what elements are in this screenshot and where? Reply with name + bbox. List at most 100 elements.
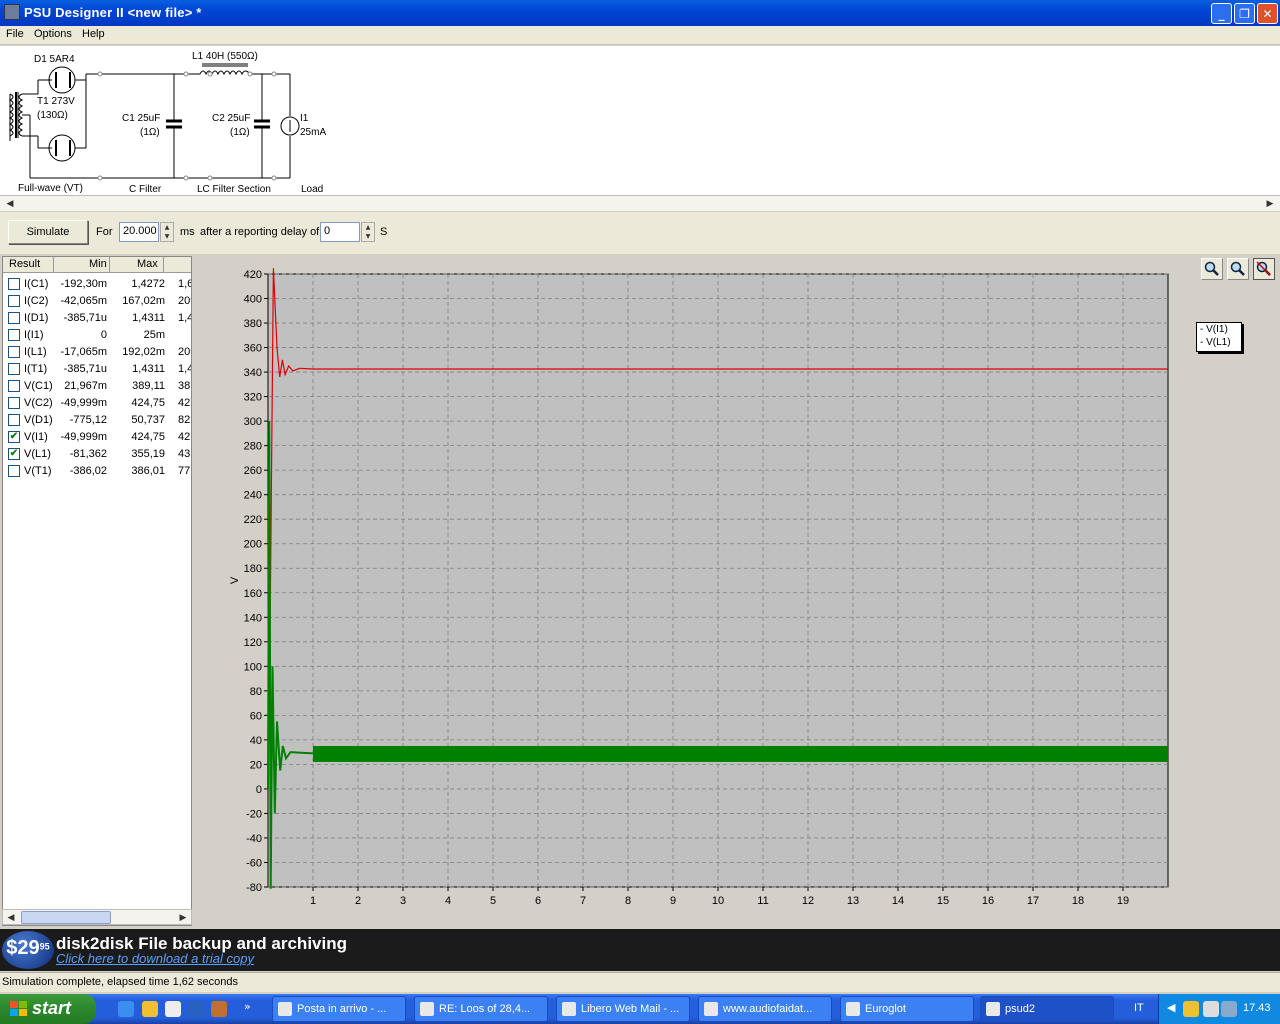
- results-table[interactable]: Result Min Max I(C1) -192,30m 1,4272 1,6 I(C…: [2, 256, 192, 926]
- menu-options[interactable]: Options: [34, 28, 72, 40]
- ad-banner[interactable]: $2995 disk2disk File backup and archivin…: [0, 929, 1280, 971]
- menu-file[interactable]: File: [6, 28, 24, 40]
- y-tick-label: -60: [246, 857, 262, 869]
- delay-spinner[interactable]: ▲ ▼: [361, 222, 375, 242]
- schematic-panel[interactable]: D1 5AR4 T1 273V (130Ω) L1 40H (550Ω) C1 …: [0, 46, 1280, 196]
- plot-panel[interactable]: 420 400 380 360 340 320 300 280 260 240 220 200 180 1…: [194, 256, 1280, 928]
- spin-up-icon[interactable]: ▲: [362, 223, 374, 232]
- plot-legend[interactable]: - V(I1) - V(L1): [1196, 322, 1242, 352]
- scroll-left-icon[interactable]: ◀: [3, 910, 19, 926]
- zoom-reset-button[interactable]: [1253, 258, 1275, 280]
- result-max: 25m: [143, 329, 165, 341]
- tray-monitor-icon[interactable]: [1221, 1001, 1237, 1017]
- taskbar-task[interactable]: Euroglot: [840, 996, 974, 1022]
- taskbar-task[interactable]: www.audiofaidat...: [698, 996, 832, 1022]
- clock[interactable]: 17.43: [1243, 1002, 1271, 1014]
- ie-icon[interactable]: [118, 1001, 134, 1017]
- close-button[interactable]: ✕: [1257, 3, 1278, 24]
- result-checkbox[interactable]: [8, 346, 20, 358]
- media-icon[interactable]: [165, 1001, 181, 1017]
- inductor-label[interactable]: L1 40H (550Ω): [192, 51, 258, 62]
- result-checkbox[interactable]: ✔: [8, 448, 20, 460]
- result-checkbox[interactable]: [8, 414, 20, 426]
- taskbar-task[interactable]: Libero Web Mail - ...: [556, 996, 690, 1022]
- app-quicklaunch-icon[interactable]: [211, 1001, 227, 1017]
- result-checkbox[interactable]: [8, 465, 20, 477]
- app-icon[interactable]: [4, 4, 20, 20]
- result-checkbox[interactable]: [8, 278, 20, 290]
- quicklaunch-more-icon[interactable]: »: [244, 1000, 251, 1013]
- result-extra: 209,: [178, 295, 191, 307]
- table-row[interactable]: V(D1) -775,12 50,737 82: [3, 412, 191, 429]
- banner-download-link[interactable]: Click here to download a trial copy: [56, 951, 254, 966]
- taskbar-task[interactable]: RE: Loos of 28,4...: [414, 996, 548, 1022]
- tray-network-icon[interactable]: [1203, 1001, 1219, 1017]
- c1-label[interactable]: C1 25uF: [122, 113, 160, 124]
- table-row[interactable]: I(C2) -42,065m 167,02m 209,: [3, 293, 191, 310]
- table-row[interactable]: ✔ V(I1) -49,999m 424,75 42: [3, 429, 191, 446]
- scroll-left-icon[interactable]: ◀: [2, 196, 18, 212]
- table-row[interactable]: V(C1) 21,967m 389,11 38: [3, 378, 191, 395]
- x-tick-label: 7: [580, 895, 586, 907]
- tray-app-icon[interactable]: [1183, 1001, 1199, 1017]
- start-button[interactable]: start: [0, 994, 96, 1024]
- result-checkbox[interactable]: [8, 295, 20, 307]
- c2-label[interactable]: C2 25uF: [212, 113, 250, 124]
- word-icon[interactable]: [188, 1001, 204, 1017]
- simulation-toolbar: Simulate For 20.000 ▲ ▼ ms after a report…: [0, 212, 1280, 254]
- result-checkbox[interactable]: [8, 397, 20, 409]
- simulate-button[interactable]: Simulate: [8, 220, 88, 244]
- language-indicator[interactable]: IT: [1134, 1002, 1144, 1014]
- duration-spinner[interactable]: ▲ ▼: [160, 222, 174, 242]
- transformer-label[interactable]: T1 273V: [37, 96, 75, 107]
- taskbar-task[interactable]: psud2: [980, 996, 1114, 1022]
- result-name: V(I1): [24, 431, 48, 443]
- task-label: www.audiofaidat...: [723, 1003, 813, 1015]
- table-row[interactable]: V(C2) -49,999m 424,75 42: [3, 395, 191, 412]
- x-tick-label: 9: [670, 895, 676, 907]
- header-max[interactable]: Max: [137, 258, 158, 270]
- price-badge[interactable]: $2995: [2, 931, 54, 969]
- scroll-right-icon[interactable]: ▶: [1262, 196, 1278, 212]
- delay-input[interactable]: 0: [320, 222, 360, 242]
- table-row[interactable]: I(D1) -385,71u 1,4311 1,4: [3, 310, 191, 327]
- rectifier-label[interactable]: D1 5AR4: [34, 54, 75, 65]
- schematic-scrollbar[interactable]: ◀ ▶: [0, 195, 1280, 211]
- zoom-out-button[interactable]: [1227, 258, 1249, 280]
- schematic-diagram[interactable]: [0, 46, 340, 196]
- result-checkbox[interactable]: ✔: [8, 431, 20, 443]
- zoom-in-button[interactable]: [1201, 258, 1223, 280]
- result-checkbox[interactable]: [8, 312, 20, 324]
- table-row[interactable]: ✔ V(L1) -81,362 355,19 43: [3, 446, 191, 463]
- y-tick-label: 20: [250, 759, 262, 771]
- load-label[interactable]: I1: [300, 113, 308, 124]
- header-min[interactable]: Min: [89, 258, 107, 270]
- header-result[interactable]: Result: [9, 258, 40, 270]
- tray-expand-icon[interactable]: ◀: [1167, 1001, 1175, 1014]
- result-checkbox[interactable]: [8, 363, 20, 375]
- table-row[interactable]: V(T1) -386,02 386,01 77: [3, 463, 191, 480]
- voltage-plot[interactable]: 4204003803603403203002802602402202001801…: [194, 256, 1280, 928]
- spin-down-icon[interactable]: ▼: [161, 232, 173, 241]
- scroll-thumb[interactable]: [21, 911, 111, 924]
- result-checkbox[interactable]: [8, 380, 20, 392]
- taskbar-task[interactable]: Posta in arrivo - ...: [272, 996, 406, 1022]
- menu-help[interactable]: Help: [82, 28, 105, 40]
- spin-up-icon[interactable]: ▲: [161, 223, 173, 232]
- y-tick-label: 220: [244, 514, 262, 526]
- result-checkbox[interactable]: [8, 329, 20, 341]
- table-row[interactable]: I(L1) -17,065m 192,02m 209,: [3, 344, 191, 361]
- duration-input[interactable]: 20.000: [119, 222, 159, 242]
- outlook-icon[interactable]: [142, 1001, 158, 1017]
- table-row[interactable]: I(C1) -192,30m 1,4272 1,6: [3, 276, 191, 293]
- minimize-button[interactable]: _: [1211, 3, 1232, 24]
- results-scrollbar[interactable]: ◀ ▶: [2, 909, 192, 925]
- table-row[interactable]: I(I1) 0 25m: [3, 327, 191, 344]
- x-tick-label: 13: [847, 895, 859, 907]
- result-min: -81,362: [69, 448, 107, 460]
- price-cents: 95: [39, 941, 50, 952]
- table-row[interactable]: I(T1) -385,71u 1,4311 1,4: [3, 361, 191, 378]
- scroll-right-icon[interactable]: ▶: [175, 910, 191, 926]
- spin-down-icon[interactable]: ▼: [362, 232, 374, 241]
- restore-button[interactable]: ❐: [1234, 3, 1255, 24]
